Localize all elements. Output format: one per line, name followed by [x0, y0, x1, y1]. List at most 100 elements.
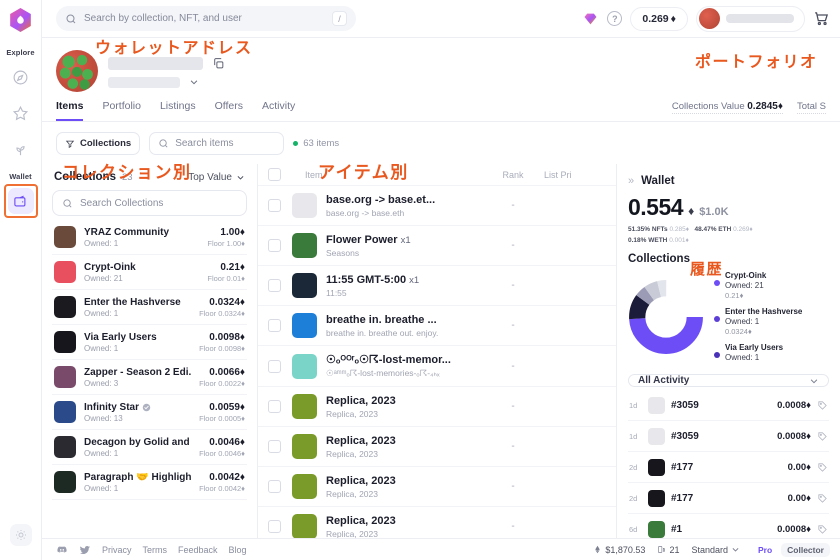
- table-row[interactable]: base.org -> base.et... base.org -> base.e…: [258, 186, 616, 226]
- row-checkbox[interactable]: [268, 520, 281, 533]
- app-logo-icon[interactable]: [10, 8, 31, 32]
- tab-offers[interactable]: Offers: [215, 100, 243, 121]
- donut-chart-svg: [629, 279, 703, 354]
- collections-panel-header: Collections 23 Top Value: [52, 164, 247, 190]
- mode-pro-button[interactable]: Pro: [752, 543, 778, 557]
- collection-row[interactable]: Crypt-Oink Owned: 21 0.21♦ Floor 0.01♦: [52, 255, 247, 290]
- collection-thumbnail: [54, 226, 76, 248]
- row-checkbox[interactable]: [268, 319, 281, 332]
- collections-sort-label: Top Value: [188, 171, 232, 183]
- collection-value: 0.0059♦: [209, 401, 245, 413]
- table-row[interactable]: ☉ₒᴼᴼʳₒ☉☈-lost-memor... ☉ᵃᵐᵐₒ☈-lost-memori…: [258, 346, 616, 387]
- cart-icon[interactable]: [813, 10, 830, 27]
- tab-stats: Collections Value 0.2845♦ Total S: [671, 101, 826, 121]
- row-checkbox[interactable]: [268, 199, 281, 212]
- table-row[interactable]: Replica, 2023Replica, 2023 -: [258, 387, 616, 427]
- collection-owned: Owned: 1: [84, 448, 119, 458]
- user-account-pill[interactable]: [696, 5, 805, 32]
- collection-values: 0.0098♦ Floor 0.0098♦: [199, 332, 245, 353]
- collapse-panel-icon[interactable]: »: [628, 175, 634, 187]
- tab-listings[interactable]: Listings: [160, 100, 196, 121]
- table-row[interactable]: 11:55 GMT-5:00 x1 11:55 -: [258, 266, 616, 306]
- eth-balance-pill[interactable]: 0.269 ♦: [630, 6, 688, 31]
- collection-info: Enter the Hashverse Owned: 1: [84, 297, 191, 318]
- item-name: ☉ₒᴼᴼʳₒ☉☈-lost-memor...: [326, 354, 451, 366]
- main-column: Search by collection, NFT, and user / ? …: [42, 0, 840, 560]
- activity-price: 0.00♦: [787, 461, 811, 473]
- table-row[interactable]: Replica, 2023Replica, 2023 -: [258, 427, 616, 467]
- sidebar-item-wallet[interactable]: [3, 184, 38, 218]
- stat-total-spent: Total S: [796, 101, 826, 114]
- seedling-icon[interactable]: [8, 136, 34, 162]
- wallet-portfolio-panel: » Wallet 0.554 ♦ $1.0K 51.35% NFTs 0.285…: [616, 164, 840, 560]
- column-list-price: List Pri: [544, 169, 572, 180]
- search-items-input[interactable]: Search items: [149, 132, 285, 155]
- copy-icon[interactable]: [212, 57, 225, 70]
- legend-text: Crypt-Oink Owned: 21 0.21♦: [725, 271, 829, 300]
- row-checkbox[interactable]: [268, 279, 281, 292]
- twitter-icon[interactable]: [79, 544, 91, 556]
- compass-icon[interactable]: [8, 64, 34, 90]
- activity-thumbnail: [648, 489, 665, 507]
- profile-avatar[interactable]: [56, 50, 98, 92]
- row-checkbox[interactable]: [268, 239, 281, 252]
- star-icon[interactable]: [8, 100, 34, 126]
- collection-row[interactable]: Paragraph 🤝 Highlight Owned: 1 0.0042♦ Floo…: [52, 465, 247, 500]
- collection-row[interactable]: Via Early Users Owned: 1 0.0098♦ Floor 0.00…: [52, 325, 247, 360]
- select-all-checkbox[interactable]: [268, 168, 281, 181]
- collections-sort-select[interactable]: Top Value: [188, 172, 245, 183]
- activity-row[interactable]: 1d #3059 0.0008♦: [628, 390, 829, 422]
- help-icon[interactable]: ?: [607, 11, 623, 26]
- row-checkbox[interactable]: [268, 359, 281, 373]
- row-checkbox[interactable]: [268, 400, 281, 413]
- discord-icon[interactable]: [56, 544, 68, 556]
- collection-row[interactable]: Zapper - Season 2 Edi... Owned: 3 0.0066♦ F…: [52, 360, 247, 395]
- collections-filter-button[interactable]: Collections: [56, 132, 141, 155]
- tab-portfolio[interactable]: Portfolio: [102, 100, 141, 121]
- footer-link-terms[interactable]: Terms: [143, 545, 168, 555]
- item-info: base.org -> base.et... base.org -> base.e…: [326, 194, 482, 218]
- wallet-panel-title: Wallet: [641, 175, 675, 187]
- collection-row[interactable]: Enter the Hashverse Owned: 1 0.0324♦ Floor …: [52, 290, 247, 325]
- item-name: 11:55 GMT-5:00 x1: [326, 273, 420, 286]
- table-row[interactable]: Flower Power x1 Seasons -: [258, 226, 616, 266]
- legend-owned: Owned: 1: [725, 353, 760, 363]
- footer-right: $1,870.53 21 Standard Pro Collector: [593, 542, 830, 557]
- collection-floor: Floor 0.01♦: [207, 273, 245, 283]
- item-count: 63 items: [293, 138, 339, 149]
- ens-name-row[interactable]: [108, 76, 225, 88]
- activity-price: 0.0008♦: [777, 523, 811, 535]
- collection-row[interactable]: YRAZ Community Owned: 1 1.00♦ Floor 1.00♦: [52, 220, 247, 255]
- activity-row[interactable]: 2d #177 0.00♦: [628, 483, 829, 515]
- gas-speed-select[interactable]: Standard: [691, 545, 740, 555]
- chevron-down-icon[interactable]: [189, 77, 199, 87]
- activity-row[interactable]: 1d #3059 0.0008♦: [628, 421, 829, 453]
- items-table-header: Item Rank List Pri: [258, 164, 616, 186]
- view-mode-toggle: Pro Collector: [752, 542, 830, 557]
- collection-thumbnail: [54, 436, 76, 458]
- collection-row[interactable]: Decagon by Golid and D...Owned: 1 0.0046♦…: [52, 430, 247, 465]
- tab-items[interactable]: Items: [56, 100, 84, 121]
- item-collection: base.org -> base.eth: [326, 207, 405, 218]
- mode-collector-button[interactable]: Collector: [781, 542, 830, 557]
- item-collection: ☉ᵃᵐᵐₒ☈-lost-memories-ₒ☈-₄ₕₓ: [326, 368, 440, 378]
- chevron-down-icon: [237, 175, 244, 180]
- table-row[interactable]: Replica, 2023Replica, 2023 -: [258, 467, 616, 507]
- footer-link-blog[interactable]: Blog: [229, 545, 247, 555]
- search-collections-input[interactable]: Search Collections: [52, 190, 247, 216]
- row-checkbox[interactable]: [268, 480, 281, 493]
- row-checkbox[interactable]: [268, 440, 281, 453]
- activity-row[interactable]: 2d #177 0.00♦: [628, 452, 829, 484]
- collection-row[interactable]: Infinity Star Owned: 13 0.0059♦ Floor 0.000…: [52, 395, 247, 430]
- activity-filter-select[interactable]: All Activity: [628, 374, 829, 388]
- footer-link-feedback[interactable]: Feedback: [178, 545, 218, 555]
- collection-info: Infinity Star Owned: 13: [84, 402, 191, 423]
- search-input[interactable]: Search by collection, NFT, and user: [84, 13, 325, 24]
- collections-list: YRAZ Community Owned: 1 1.00♦ Floor 1.00♦ Cr…: [52, 220, 247, 500]
- theme-toggle-icon[interactable]: [9, 524, 32, 546]
- gem-icon[interactable]: [582, 11, 599, 27]
- tab-activity[interactable]: Activity: [262, 100, 295, 121]
- footer-link-privacy[interactable]: Privacy: [102, 545, 132, 555]
- table-row[interactable]: breathe in. breathe ... breathe in. breat…: [258, 306, 616, 346]
- global-search[interactable]: Search by collection, NFT, and user /: [56, 6, 356, 31]
